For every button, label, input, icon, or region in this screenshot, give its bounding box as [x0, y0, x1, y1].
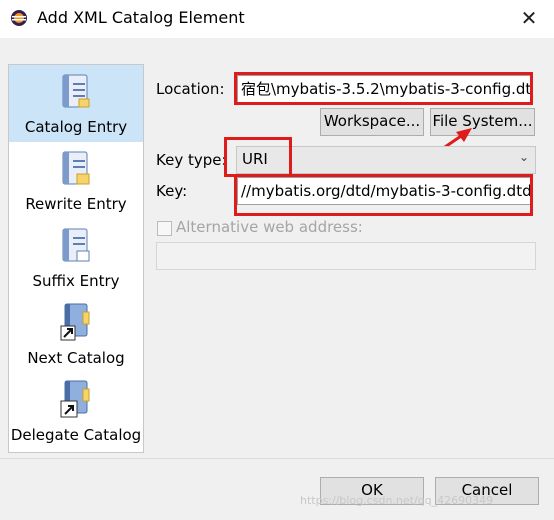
chevron-down-icon: ⌄ — [518, 150, 529, 164]
window-title: Add XML Catalog Element — [37, 8, 245, 27]
key-type-label: Key type: — [156, 151, 227, 169]
location-label: Location: — [156, 80, 225, 98]
alternative-web-address-checkbox[interactable] — [157, 221, 172, 236]
sidebar-item-label: Next Catalog — [27, 349, 125, 367]
location-highlight — [234, 72, 533, 105]
entry-type-list: Catalog Entry Rewrite Entry Suffix Entry — [8, 64, 144, 453]
sidebar-item-catalog-entry[interactable]: Catalog Entry — [9, 65, 143, 142]
close-button[interactable]: ✕ — [514, 4, 544, 32]
sidebar-item-label: Delegate Catalog — [10, 426, 142, 444]
sidebar-item-label: Rewrite Entry — [25, 195, 127, 213]
alternative-web-address-label: Alternative web address: — [176, 218, 363, 236]
alternative-web-address-input[interactable] — [156, 242, 536, 270]
rewrite-entry-icon — [62, 151, 90, 185]
next-catalog-icon — [60, 303, 90, 341]
suffix-entry-icon — [62, 228, 90, 262]
key-type-highlight — [224, 137, 292, 177]
watermark-text: https://blog.csdn.net/qq_42690349 — [300, 494, 494, 507]
key-label: Key: — [156, 182, 188, 200]
sidebar-item-suffix-entry[interactable]: Suffix Entry — [9, 219, 143, 296]
delegate-catalog-icon — [60, 380, 90, 418]
title-bar: Add XML Catalog Element ✕ — [0, 0, 554, 38]
workspace-button[interactable]: Workspace... — [320, 108, 424, 136]
sidebar-item-next-catalog[interactable]: Next Catalog — [9, 296, 143, 373]
sidebar-item-rewrite-entry[interactable]: Rewrite Entry — [9, 142, 143, 219]
sidebar-item-label: Suffix Entry — [32, 272, 120, 290]
footer-separator — [0, 458, 554, 459]
key-highlight — [234, 174, 533, 216]
sidebar-item-label: Catalog Entry — [24, 118, 128, 136]
catalog-entry-icon — [62, 74, 90, 108]
sidebar-item-delegate-catalog[interactable]: Delegate Catalog — [9, 373, 143, 450]
eclipse-app-icon — [11, 10, 27, 26]
